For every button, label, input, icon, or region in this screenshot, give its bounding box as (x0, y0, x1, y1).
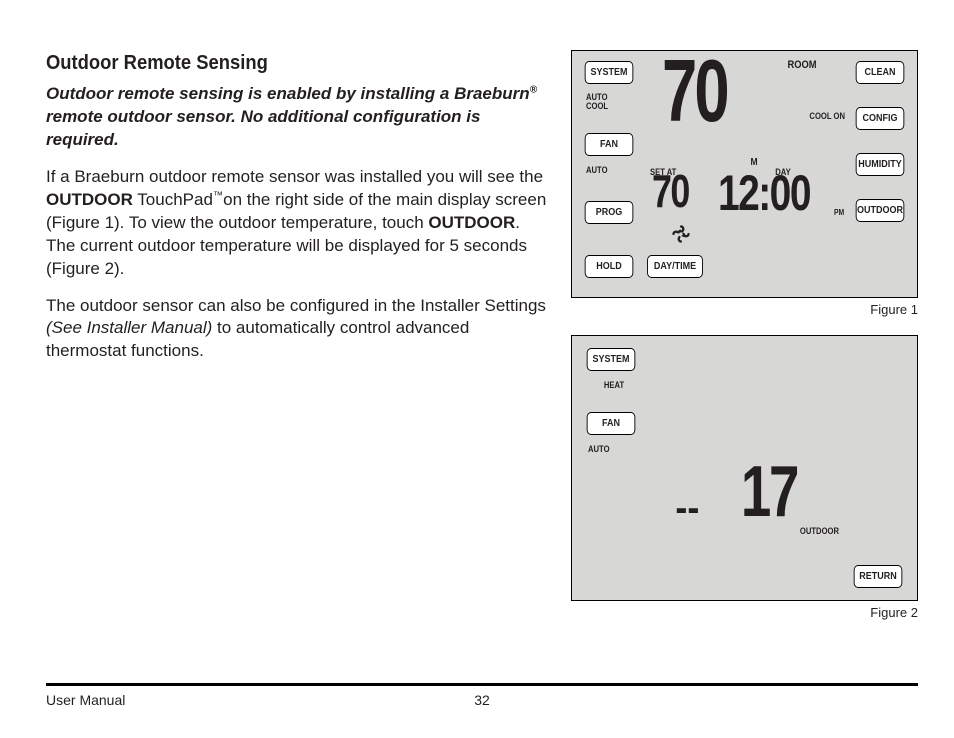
page-footer: User Manual 32 (46, 683, 918, 708)
fan-status-2: AUTO (588, 444, 610, 454)
set-temp-value: 70 (652, 173, 689, 210)
paragraph-2: The outdoor sensor can also be configure… (46, 295, 549, 364)
room-label: ROOM (777, 59, 828, 71)
intro-text-a: Outdoor remote sensing is enabled by ins… (46, 84, 530, 103)
intro-text-b: remote outdoor sensor. No additional con… (46, 107, 480, 149)
p1-outdoor2-bold: OUTDOOR (428, 213, 515, 232)
outdoor-button[interactable]: OUTDOOR (856, 199, 905, 222)
fan-icon (672, 225, 690, 243)
mode-cool: COOL (586, 101, 608, 111)
system-button-2[interactable]: SYSTEM (587, 348, 636, 371)
hold-button[interactable]: HOLD (585, 255, 634, 278)
footer-doc-title: User Manual (46, 692, 125, 708)
page-number: 32 (474, 692, 490, 708)
fan-button-2[interactable]: FAN (587, 412, 636, 435)
pm-label: PM (834, 208, 844, 217)
mode-status-2: HEAT (595, 380, 632, 390)
figure-2-caption: Figure 2 (571, 605, 918, 620)
return-button[interactable]: RETURN (854, 565, 903, 588)
figure-1-caption: Figure 1 (571, 302, 918, 317)
figure-1: SYSTEM AUTO COOL FAN AUTO PROG HOLD DAY/… (571, 50, 918, 298)
clock-value: 12:00 (718, 173, 810, 213)
outdoor-temp-value: 17 (741, 464, 797, 522)
fan-status: AUTO (586, 165, 608, 175)
config-button[interactable]: CONFIG (856, 107, 905, 130)
trademark: ™ (213, 190, 223, 201)
p1-a: If a Braeburn outdoor remote sensor was … (46, 167, 543, 186)
p2-italic: (See Installer Manual) (46, 318, 212, 337)
room-temp-value: 70 (662, 57, 727, 126)
section-heading: Outdoor Remote Sensing (46, 50, 509, 77)
humidity-button[interactable]: HUMIDITY (856, 153, 905, 176)
daytime-button[interactable]: DAY/TIME (647, 255, 703, 278)
figure-2-wrapper: SYSTEM HEAT FAN AUTO RETURN -- 17 OUTDOO… (571, 335, 918, 620)
registered-mark: ® (530, 84, 538, 95)
dash-indicator: -- (675, 486, 699, 531)
intro-paragraph: Outdoor remote sensing is enabled by ins… (46, 83, 549, 152)
paragraph-1: If a Braeburn outdoor remote sensor was … (46, 166, 549, 281)
prog-button[interactable]: PROG (585, 201, 634, 224)
outdoor-label: OUTDOOR (788, 526, 839, 536)
fan-button[interactable]: FAN (585, 133, 634, 156)
figure-2: SYSTEM HEAT FAN AUTO RETURN -- 17 OUTDOO… (571, 335, 918, 601)
p2-a: The outdoor sensor can also be configure… (46, 296, 546, 315)
system-button[interactable]: SYSTEM (585, 61, 634, 84)
mode-status: AUTO COOL (586, 93, 608, 111)
p1-b: TouchPad (133, 190, 213, 209)
cool-on-label: COOL ON (794, 111, 845, 121)
body-text: Outdoor Remote Sensing Outdoor remote se… (46, 50, 549, 683)
clean-button[interactable]: CLEAN (856, 61, 905, 84)
figure-1-wrapper: SYSTEM AUTO COOL FAN AUTO PROG HOLD DAY/… (571, 50, 918, 317)
p1-outdoor-bold: OUTDOOR (46, 190, 133, 209)
